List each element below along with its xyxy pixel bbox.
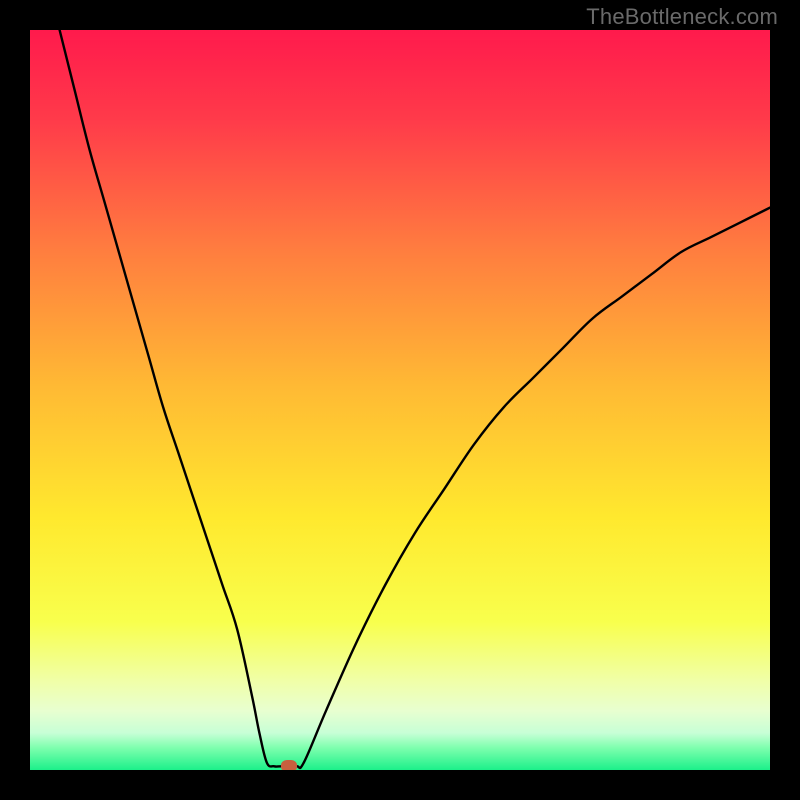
bottleneck-curve: [60, 30, 770, 768]
optimal-point-marker: [281, 760, 297, 770]
outer-frame: TheBottleneck.com: [0, 0, 800, 800]
watermark-text: TheBottleneck.com: [586, 4, 778, 30]
curve-layer: [30, 30, 770, 770]
plot-area: [30, 30, 770, 770]
